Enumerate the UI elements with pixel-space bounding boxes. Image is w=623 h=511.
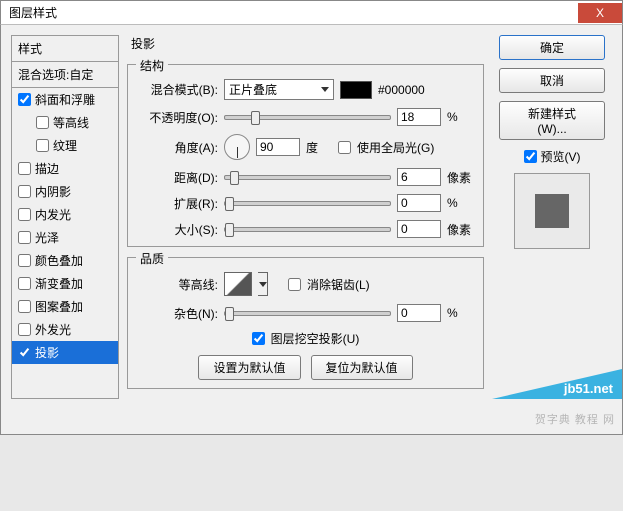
style-label: 描边 (35, 160, 59, 177)
noise-label: 杂色(N): (138, 305, 218, 322)
make-default-button[interactable]: 设置为默认值 (198, 355, 300, 380)
opacity-slider[interactable] (224, 115, 391, 120)
style-checkbox[interactable] (18, 231, 31, 244)
style-label: 等高线 (53, 114, 89, 131)
panel-title: 投影 (131, 37, 155, 51)
opacity-label: 不透明度(O): (138, 109, 218, 126)
chevron-down-icon (259, 282, 267, 287)
style-row[interactable]: 外发光 (12, 318, 118, 341)
spread-slider[interactable] (224, 201, 391, 206)
style-checkbox[interactable] (18, 300, 31, 313)
style-checkbox[interactable] (18, 208, 31, 221)
right-column: 确定 取消 新建样式(W)... 预览(V) (492, 35, 612, 399)
close-icon[interactable]: X (578, 3, 622, 23)
style-row[interactable]: 斜面和浮雕 (12, 88, 118, 111)
contour-label: 等高线: (138, 276, 218, 293)
style-row[interactable]: 内阴影 (12, 180, 118, 203)
style-label: 斜面和浮雕 (35, 91, 95, 108)
style-label: 外发光 (35, 321, 71, 338)
spread-label: 扩展(R): (138, 195, 218, 212)
cancel-button[interactable]: 取消 (499, 68, 605, 93)
style-row[interactable]: 等高线 (12, 111, 118, 134)
blend-mode-label: 混合模式(B): (138, 81, 218, 98)
dialog-title: 图层样式 (1, 1, 65, 24)
style-row[interactable]: 光泽 (12, 226, 118, 249)
style-row[interactable]: 投影 (12, 341, 118, 364)
styles-header: 样式 (12, 35, 118, 62)
shadow-color-swatch[interactable] (340, 81, 372, 99)
distance-slider[interactable] (224, 175, 391, 180)
size-slider[interactable] (224, 227, 391, 232)
opacity-input[interactable] (397, 108, 441, 126)
style-row[interactable]: 描边 (12, 157, 118, 180)
structure-legend: 结构 (136, 57, 168, 74)
chevron-down-icon (321, 87, 329, 92)
style-checkbox[interactable] (18, 185, 31, 198)
style-checkbox[interactable] (18, 93, 31, 106)
noise-input[interactable] (397, 304, 441, 322)
ok-button[interactable]: 确定 (499, 35, 605, 60)
style-label: 渐变叠加 (35, 275, 83, 292)
quality-group: 品质 等高线: 消除锯齿(L) 杂色(N): % (127, 257, 484, 389)
knockout-label: 图层挖空投影(U) (271, 330, 360, 347)
spread-input[interactable] (397, 194, 441, 212)
antialias-checkbox[interactable] (288, 278, 301, 291)
quality-legend: 品质 (136, 250, 168, 267)
style-checkbox[interactable] (36, 116, 49, 129)
style-label: 颜色叠加 (35, 252, 83, 269)
size-input[interactable] (397, 220, 441, 238)
style-row[interactable]: 纹理 (12, 134, 118, 157)
watermark-text: 贺字典 教程 网 (535, 411, 615, 427)
knockout-checkbox[interactable] (252, 332, 265, 345)
style-checkbox[interactable] (18, 323, 31, 336)
effect-panel: 投影 结构 混合模式(B): 正片叠底 #000000 不透明度(O): (127, 35, 484, 399)
styles-list: 样式 混合选项:自定 斜面和浮雕等高线纹理描边内阴影内发光光泽颜色叠加渐变叠加图… (11, 35, 119, 399)
style-row[interactable]: 内发光 (12, 203, 118, 226)
style-label: 内阴影 (35, 183, 71, 200)
style-checkbox[interactable] (18, 277, 31, 290)
blend-mode-combo[interactable]: 正片叠底 (224, 79, 334, 100)
style-checkbox[interactable] (18, 346, 31, 359)
style-checkbox[interactable] (36, 139, 49, 152)
angle-dial[interactable] (224, 134, 250, 160)
style-checkbox[interactable] (18, 254, 31, 267)
style-label: 光泽 (35, 229, 59, 246)
style-row[interactable]: 颜色叠加 (12, 249, 118, 272)
new-style-button[interactable]: 新建样式(W)... (499, 101, 605, 140)
structure-group: 结构 混合模式(B): 正片叠底 #000000 不透明度(O): % (127, 64, 484, 247)
contour-dropdown[interactable] (258, 272, 268, 296)
angle-label: 角度(A): (138, 139, 218, 156)
distance-label: 距离(D): (138, 169, 218, 186)
style-row[interactable]: 渐变叠加 (12, 272, 118, 295)
titlebar: 图层样式 X (0, 0, 623, 25)
style-label: 纹理 (53, 137, 77, 154)
antialias-label: 消除锯齿(L) (307, 276, 370, 293)
contour-picker[interactable] (224, 272, 252, 296)
style-label: 投影 (35, 344, 59, 361)
preview-checkbox[interactable] (524, 150, 537, 163)
blend-options-row[interactable]: 混合选项:自定 (12, 62, 118, 88)
distance-input[interactable] (397, 168, 441, 186)
style-row[interactable]: 图案叠加 (12, 295, 118, 318)
watermark-brand: jb51.net (564, 381, 613, 396)
style-checkbox[interactable] (18, 162, 31, 175)
global-light-checkbox[interactable] (338, 141, 351, 154)
style-label: 图案叠加 (35, 298, 83, 315)
style-label: 内发光 (35, 206, 71, 223)
shadow-color-hex: #000000 (378, 83, 425, 97)
size-label: 大小(S): (138, 221, 218, 238)
preview-box (514, 173, 590, 249)
reset-default-button[interactable]: 复位为默认值 (311, 355, 413, 380)
noise-slider[interactable] (224, 311, 391, 316)
global-light-label: 使用全局光(G) (357, 139, 434, 156)
angle-input[interactable] (256, 138, 300, 156)
preview-label: 预览(V) (541, 148, 581, 165)
